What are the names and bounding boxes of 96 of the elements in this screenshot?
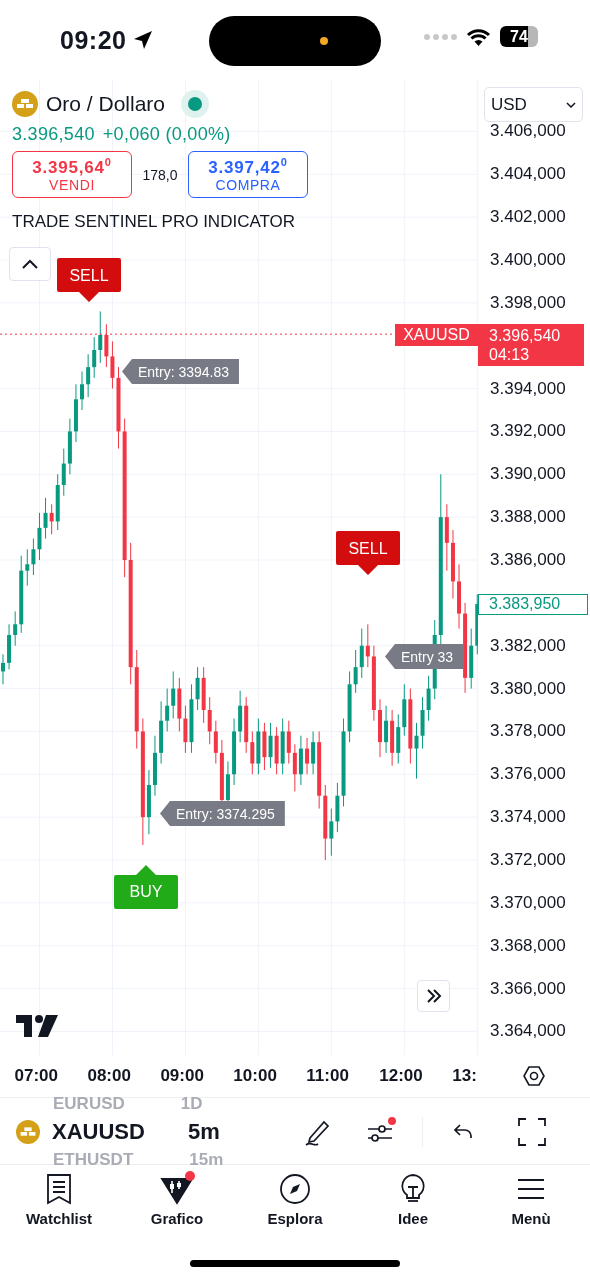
coin-icon xyxy=(12,91,38,117)
candlestick xyxy=(92,336,97,379)
candlestick xyxy=(207,696,212,745)
candlestick xyxy=(414,722,419,780)
nav-tab[interactable]: Menù xyxy=(472,1165,590,1247)
candlestick xyxy=(183,705,188,754)
candlestick xyxy=(49,503,54,535)
candlestick xyxy=(426,675,431,722)
price-axis-label: 3.398,000 xyxy=(490,292,566,313)
buy-button[interactable]: 3.397,42$^{0}$ COMPRA xyxy=(188,151,308,198)
crosshair-price-tag: 3.383,950 xyxy=(478,594,588,615)
symbol-price-tag: XAUUSD xyxy=(395,324,478,346)
candlestick xyxy=(13,610,18,647)
time-axis-label: 12:00 xyxy=(379,1066,423,1086)
time-axis-label: 11:00 xyxy=(306,1066,349,1086)
collapse-button[interactable] xyxy=(9,247,51,281)
price-axis-label: 3.372,000 xyxy=(490,850,566,870)
currency-select[interactable]: USD xyxy=(484,87,583,122)
price-axis-label: 3.400,000 xyxy=(490,250,566,270)
price-axis-label: 3.368,000 xyxy=(490,935,566,956)
candlestick xyxy=(0,653,5,685)
candlestick xyxy=(359,628,364,679)
price-axis-label: 3.386,000 xyxy=(490,550,566,570)
location-arrow-icon xyxy=(132,29,155,51)
price-axis-label: 3.390,000 xyxy=(490,464,566,485)
price-axis-label: 3.402,000 xyxy=(490,207,566,228)
sell-signal-label: SELL xyxy=(336,531,400,575)
buy-signal-label: BUY xyxy=(114,865,178,909)
candlestick xyxy=(365,623,370,668)
price-axis-label: 3.364,000 xyxy=(490,1021,566,1042)
price-axis-label: 3.382,000 xyxy=(490,635,566,656)
tradingview-logo xyxy=(16,1015,58,1037)
sell-signal-label: SELL xyxy=(57,258,121,302)
candlestick xyxy=(171,670,176,720)
scroll-to-latest-button[interactable] xyxy=(417,980,450,1012)
price-axis-label: 3.378,000 xyxy=(490,721,566,742)
indicator-name: TRADE SENTINEL PRO INDICATOR xyxy=(12,212,297,232)
price-change: +0,060 (0,00%) xyxy=(102,124,231,145)
price-axis-label: 3.388,000 xyxy=(490,507,566,528)
settings-icon[interactable] xyxy=(523,1065,545,1087)
entry-price-tag: Entry 33 xyxy=(385,644,464,669)
candlestick xyxy=(353,649,358,694)
fullscreen-icon[interactable] xyxy=(517,1117,547,1147)
price-axis-label: 3.376,000 xyxy=(490,764,566,785)
price-axis-label: 3.406,000 xyxy=(490,121,566,142)
price-axis-label: 3.374,000 xyxy=(490,807,566,828)
candlestick xyxy=(292,743,297,792)
sell-button[interactable]: 3.395,64$^{0}$ VENDI xyxy=(12,151,132,198)
battery-icon: 74 xyxy=(500,26,538,47)
last-price-tag: 3.396,540 04:13 xyxy=(478,324,584,366)
candlestick xyxy=(31,538,36,576)
price-axis-label: 3.394,000 xyxy=(490,378,566,399)
wifi-icon xyxy=(465,26,492,47)
price-axis-label: 3.366,000 xyxy=(490,978,566,999)
time-axis-label: 08:00 xyxy=(87,1066,131,1086)
candlestick xyxy=(25,548,30,587)
time-axis-label: 07:00 xyxy=(14,1066,58,1086)
candlestick xyxy=(110,340,115,390)
price-axis-label: 3.392,000 xyxy=(490,421,566,442)
price-axis-label: 3.380,000 xyxy=(490,678,566,699)
candlestick xyxy=(195,666,200,711)
candlestick xyxy=(104,323,109,368)
candlestick xyxy=(384,705,389,754)
candlestick xyxy=(80,370,85,411)
nav-tab[interactable]: Idee xyxy=(354,1165,472,1247)
clock-time: 09:20 xyxy=(60,25,127,55)
candlestick xyxy=(61,448,66,497)
entry-price-tag: Entry: 3394.83 xyxy=(122,359,240,384)
price-axis-label: 3.404,000 xyxy=(490,164,566,185)
candlestick xyxy=(43,497,48,540)
time-axis-label: 09:00 xyxy=(160,1066,204,1086)
candlestick xyxy=(286,720,291,765)
price-axis-label: 3.370,000 xyxy=(490,892,566,913)
candlestick xyxy=(268,722,273,769)
symbol-picker[interactable]: XAUUSD xyxy=(52,1119,188,1145)
nav-tab[interactable]: Esplora xyxy=(236,1165,354,1247)
chevron-up-icon xyxy=(21,259,39,269)
last-price: 3.396,540 xyxy=(12,124,95,145)
chevron-down-icon xyxy=(566,101,576,108)
symbol-title: Oro / Dollaro xyxy=(46,92,166,116)
time-axis-label: 10:00 xyxy=(233,1066,277,1086)
candlestick xyxy=(311,730,316,775)
candlestick xyxy=(250,730,255,775)
candlestick xyxy=(37,512,42,561)
entry-price-tag: Entry: 3374.295 xyxy=(160,801,285,826)
candlestick xyxy=(165,688,170,732)
interval-picker[interactable]: 5m xyxy=(188,1119,298,1145)
candlestick xyxy=(98,310,103,364)
candlestick xyxy=(213,720,218,765)
candlestick xyxy=(86,353,91,398)
time-axis-label: 13: xyxy=(452,1066,477,1086)
spread-value: 178,0 xyxy=(141,166,179,183)
double-chevron-right-icon xyxy=(425,989,442,1003)
candlestick xyxy=(305,737,310,775)
signal-icon xyxy=(423,32,457,41)
candlestick xyxy=(329,808,334,857)
